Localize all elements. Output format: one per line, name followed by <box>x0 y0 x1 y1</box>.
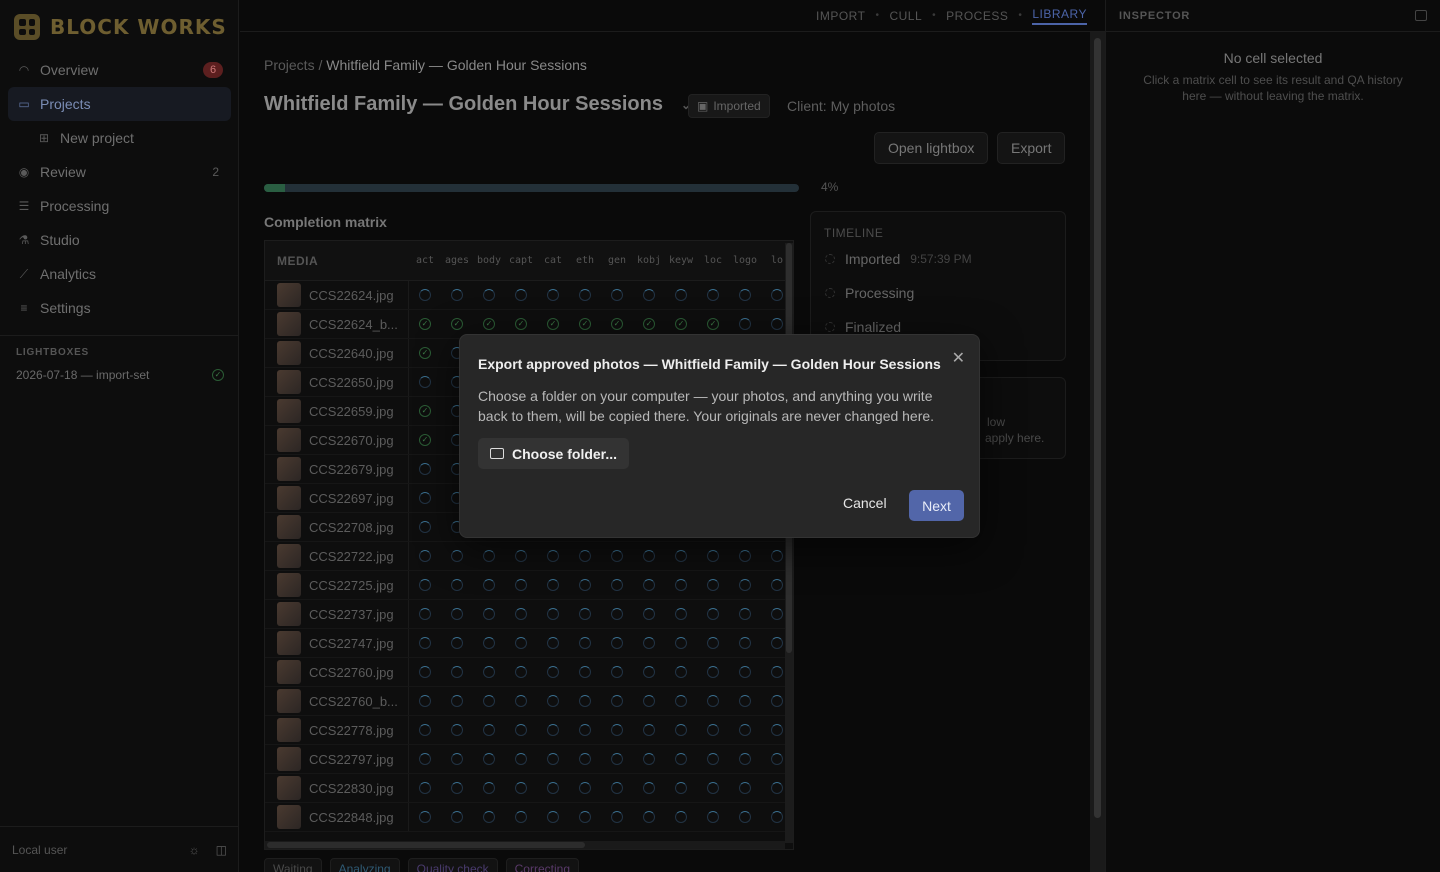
dialog-description: Choose a folder on your computer — your … <box>478 388 935 424</box>
choose-folder-button[interactable]: Choose folder... <box>478 438 630 469</box>
cancel-button[interactable]: Cancel <box>843 495 887 511</box>
choose-folder-label: Choose folder... <box>512 445 618 462</box>
next-button[interactable]: Next <box>909 490 964 521</box>
folder-open-icon <box>490 448 504 459</box>
export-dialog: Export approved photos — Whitfield Famil… <box>459 334 980 538</box>
app-window: BLOCK WORKS ◠ Overview 6 ▭ Projects ⊞ Ne… <box>0 0 1440 872</box>
dialog-title: Export approved photos — Whitfield Famil… <box>478 356 941 372</box>
close-icon[interactable]: ✕ <box>952 348 965 368</box>
